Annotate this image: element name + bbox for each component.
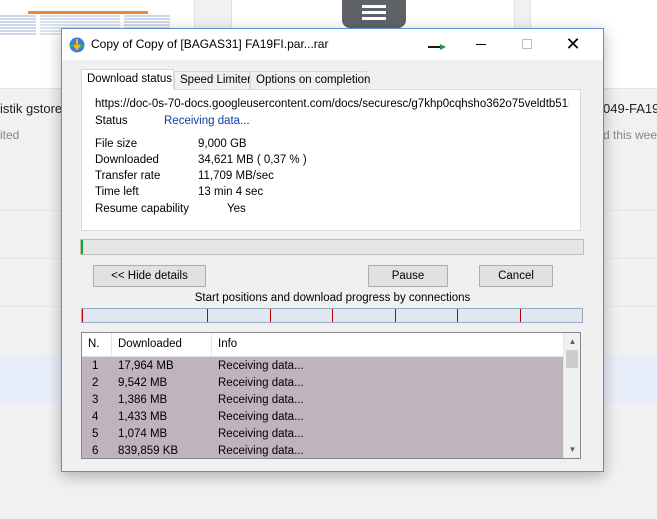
row-info: Receiving data... bbox=[218, 411, 304, 423]
connection-start-marker bbox=[207, 309, 208, 322]
status-value: Receiving data... bbox=[164, 115, 250, 127]
table-row[interactable]: 3 1,386 MB Receiving data... bbox=[82, 392, 563, 409]
connections-table: N. Downloaded Info 1 17,964 MB Receiving d… bbox=[81, 332, 581, 459]
row-info: Receiving data... bbox=[218, 428, 304, 440]
pause-button[interactable]: Pause bbox=[368, 265, 448, 287]
file-card-right-subtitle: d this wee bbox=[603, 128, 657, 142]
row-number: 2 bbox=[92, 377, 99, 389]
connection-start-marker bbox=[457, 309, 458, 322]
row-downloaded: 1,433 MB bbox=[118, 411, 168, 423]
row-info: Receiving data... bbox=[218, 377, 304, 389]
connections-table-header: N. Downloaded Info bbox=[82, 333, 563, 357]
table-row[interactable]: 1 17,964 MB Receiving data... bbox=[82, 358, 563, 375]
resume-capability-value: Yes bbox=[227, 203, 246, 215]
time-left-value: 13 min 4 sec bbox=[198, 186, 264, 198]
idm-app-icon bbox=[69, 37, 85, 53]
window-title: Copy of Copy of [BAGAS31] FA19FI.par...r… bbox=[91, 37, 329, 51]
table-row[interactable]: 5 1,074 MB Receiving data... bbox=[82, 426, 563, 443]
close-icon: ✕ bbox=[565, 34, 581, 54]
row-info: Receiving data... bbox=[218, 445, 304, 457]
row-number: 1 bbox=[92, 360, 99, 372]
table-row[interactable]: 6 839,859 KB Receiving data... bbox=[82, 443, 563, 458]
transfer-rate-label: Transfer rate bbox=[95, 170, 161, 182]
close-button[interactable]: ✕ bbox=[550, 29, 596, 59]
file-size-label: File size bbox=[95, 138, 138, 150]
row-downloaded: 17,964 MB bbox=[118, 360, 174, 372]
vertical-scrollbar[interactable]: ▲ ▼ bbox=[563, 333, 580, 458]
row-number: 3 bbox=[92, 394, 99, 406]
downloaded-label: Downloaded bbox=[95, 154, 159, 166]
arrow-right-icon bbox=[428, 44, 446, 50]
connection-start-marker bbox=[395, 309, 396, 322]
row-downloaded: 1,074 MB bbox=[118, 428, 168, 440]
connection-start-marker bbox=[520, 309, 521, 322]
connections-progress-bar bbox=[81, 308, 583, 323]
file-card-right-title: 049-FA19F bbox=[603, 101, 657, 116]
file-card-left-title: istik gstore bbox=[0, 101, 63, 116]
downloaded-value: 34,621 MB ( 0,37 % ) bbox=[198, 154, 307, 166]
maximize-button[interactable] bbox=[504, 29, 550, 59]
download-status-panel: https://doc-0s-70-docs.googleusercontent… bbox=[81, 89, 581, 231]
cancel-button[interactable]: Cancel bbox=[479, 265, 553, 287]
download-progress-dialog: Copy of Copy of [BAGAS31] FA19FI.par...r… bbox=[61, 28, 604, 472]
time-left-label: Time left bbox=[95, 186, 139, 198]
row-downloaded: 1,386 MB bbox=[118, 394, 168, 406]
row-info: Receiving data... bbox=[218, 394, 304, 406]
download-progress-bar bbox=[80, 239, 584, 255]
column-header-info[interactable]: Info bbox=[212, 333, 563, 357]
column-header-number[interactable]: N. bbox=[82, 333, 112, 357]
file-size-value: 9,000 GB bbox=[198, 138, 247, 150]
resume-capability-label: Resume capability bbox=[95, 203, 189, 215]
minimize-button[interactable] bbox=[458, 29, 504, 59]
row-number: 6 bbox=[92, 445, 99, 457]
file-card-left-subtitle: ited bbox=[0, 128, 20, 142]
maximize-icon bbox=[522, 39, 532, 49]
title-bar[interactable]: Copy of Copy of [BAGAS31] FA19FI.par...r… bbox=[62, 29, 603, 60]
table-row[interactable]: 4 1,433 MB Receiving data... bbox=[82, 409, 563, 426]
tab-options-on-completion[interactable]: Options on completion bbox=[250, 71, 370, 89]
row-downloaded: 9,542 MB bbox=[118, 377, 168, 389]
tab-download-status[interactable]: Download status bbox=[81, 69, 174, 90]
chevron-down-icon: ▼ bbox=[568, 445, 577, 454]
row-downloaded: 839,859 KB bbox=[118, 445, 179, 457]
row-number: 4 bbox=[92, 411, 99, 423]
scroll-down-button[interactable]: ▼ bbox=[564, 441, 580, 458]
table-row[interactable]: 2 9,542 MB Receiving data... bbox=[82, 375, 563, 392]
connection-start-marker bbox=[332, 309, 333, 322]
transfer-rate-value: 11,709 MB/sec bbox=[198, 170, 274, 182]
status-label: Status bbox=[95, 115, 128, 127]
connections-table-body: 1 17,964 MB Receiving data... 2 9,542 MB Rece… bbox=[82, 358, 563, 458]
connections-caption: Start positions and download progress by… bbox=[194, 292, 471, 304]
download-progress-fill bbox=[81, 240, 83, 254]
connection-start-marker bbox=[82, 309, 83, 322]
hide-details-button[interactable]: << Hide details bbox=[93, 265, 206, 287]
chevron-up-icon: ▲ bbox=[568, 337, 577, 346]
scrollbar-thumb[interactable] bbox=[566, 350, 578, 368]
file-type-icon bbox=[342, 0, 406, 28]
tab-speed-limiter[interactable]: Speed Limiter bbox=[174, 71, 251, 89]
row-info: Receiving data... bbox=[218, 360, 304, 372]
column-header-downloaded[interactable]: Downloaded bbox=[112, 333, 212, 357]
connection-start-marker bbox=[270, 309, 271, 322]
row-number: 5 bbox=[92, 428, 99, 440]
download-url: https://doc-0s-70-docs.googleusercontent… bbox=[95, 98, 569, 110]
scroll-up-button[interactable]: ▲ bbox=[564, 333, 580, 350]
minimize-icon bbox=[476, 43, 486, 45]
